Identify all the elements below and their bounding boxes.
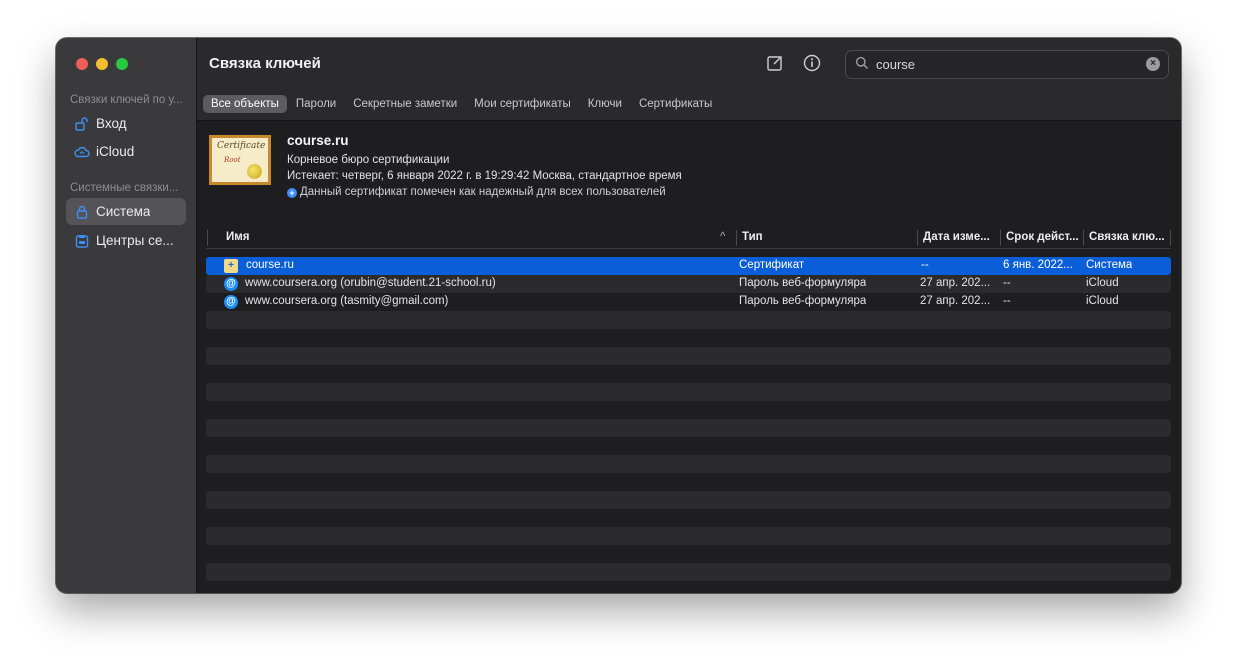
cell-type: Пароль веб-формуляра [739,295,867,307]
lock-open-icon [74,116,90,132]
tab-keys[interactable]: Ключи [580,95,630,113]
window-title: Связка ключей [209,55,321,72]
items-table: Имя ^ Тип Дата изме... Срок дейст... Свя… [206,228,1171,581]
table-row[interactable]: + course.ru Сертификат -- 6 янв. 2022...… [206,257,1171,275]
sidebar-item-label: Система [96,204,151,219]
archive-icon [74,233,90,249]
compose-icon [766,54,784,77]
column-header-expires[interactable]: Срок дейст... [1006,231,1082,243]
close-window-button[interactable] [76,58,88,70]
tab-all-items[interactable]: Все объекты [203,95,287,113]
tab-my-certificates[interactable]: Мои сертификаты [466,95,579,113]
plus-badge-icon: + [287,188,297,198]
column-header-modified[interactable]: Дата изме... [923,231,995,243]
cell-keychain: Система [1086,259,1133,271]
cell-name: www.coursera.org (tasmity@gmail.com) [245,295,449,307]
detail-trust-status: + Данный сертификат помечен как надежный … [287,186,666,198]
sidebar-item-label: iCloud [96,144,135,159]
certificate-image-icon: Certificate Root [209,135,271,185]
table-row[interactable]: @ www.coursera.org (orubin@student.21-sc… [206,275,1171,293]
cell-type: Сертификат [739,259,805,271]
tab-secure-notes[interactable]: Секретные заметки [345,95,465,113]
sidebar: Связки ключей по у... Вход iCloud Систем… [56,38,197,593]
empty-row [206,473,1171,491]
empty-row [206,365,1171,383]
sort-ascending-icon: ^ [720,231,726,243]
tab-passwords[interactable]: Пароли [288,95,344,113]
cell-expires: 6 янв. 2022... [1003,259,1073,271]
empty-row [206,455,1171,473]
cell-expires: -- [1003,295,1011,307]
empty-row [206,383,1171,401]
empty-row [206,419,1171,437]
info-icon [803,54,821,77]
detail-item-name: course.ru [287,133,349,148]
sidebar-section-system-keychains: Системные связки... [70,182,179,194]
column-header-keychain[interactable]: Связка клю... [1089,231,1165,243]
lock-icon [74,204,90,220]
table-rows: + course.ru Сертификат -- 6 янв. 2022...… [206,257,1171,593]
sidebar-item-system-roots[interactable]: Центры се... [66,227,186,254]
certificate-image-subtext: Root [224,156,241,164]
minimize-window-button[interactable] [96,58,108,70]
category-tabs: Все объекты Пароли Секретные заметки Мои… [203,95,721,113]
cell-keychain: iCloud [1086,295,1119,307]
empty-row [206,527,1171,545]
certificate-image-text: Certificate [217,141,266,151]
empty-row [206,563,1171,581]
search-input[interactable] [876,55,1136,73]
tab-certificates[interactable]: Сертификаты [631,95,720,113]
sidebar-item-login[interactable]: Вход [66,110,186,137]
new-item-button[interactable] [764,54,786,76]
cloud-icon [74,144,90,160]
sidebar-item-system[interactable]: Система [66,198,186,225]
window-controls [76,58,128,70]
empty-row [206,437,1171,455]
table-row[interactable]: @ www.coursera.org (tasmity@gmail.com) П… [206,293,1171,311]
sidebar-item-label: Центры се... [96,233,174,248]
sidebar-section-default-keychains: Связки ключей по у... [70,94,183,106]
empty-row [206,329,1171,347]
empty-row [206,401,1171,419]
detail-item-kind: Корневое бюро сертификации [287,154,450,166]
search-field[interactable]: × [845,50,1169,79]
sidebar-item-icloud[interactable]: iCloud [66,138,186,165]
detail-expiration: Истекает: четверг, 6 января 2022 г. в 19… [287,170,682,182]
sidebar-item-label: Вход [96,116,127,131]
detail-trust-text: Данный сертификат помечен как надежный д… [300,186,666,198]
empty-row [206,311,1171,329]
clear-search-icon[interactable]: × [1146,57,1160,71]
zoom-window-button[interactable] [116,58,128,70]
empty-row [206,581,1171,593]
certificate-icon: + [224,259,238,273]
seal-icon [247,164,262,179]
cell-modified: -- [921,259,929,271]
column-header-name[interactable]: Имя [226,231,249,243]
cell-modified: 27 апр. 202... [920,277,991,289]
cell-keychain: iCloud [1086,277,1119,289]
table-header: Имя ^ Тип Дата изме... Срок дейст... Свя… [206,228,1171,249]
empty-row [206,491,1171,509]
cell-name: course.ru [246,259,294,271]
at-sign-icon: @ [224,295,238,309]
column-header-type[interactable]: Тип [742,231,763,243]
empty-row [206,509,1171,527]
cell-name: www.coursera.org (orubin@student.21-scho… [245,277,496,289]
empty-row [206,545,1171,563]
cell-type: Пароль веб-формуляра [739,277,867,289]
cell-modified: 27 апр. 202... [920,295,991,307]
item-detail-panel: Certificate Root course.ru Корневое бюро… [197,121,1181,221]
empty-row [206,347,1171,365]
info-button[interactable] [801,54,823,76]
cell-expires: -- [1003,277,1011,289]
search-icon [855,56,869,75]
keychain-window: Связки ключей по у... Вход iCloud Систем… [56,38,1181,593]
toolbar: Связка ключей × Все объекты Пароли Секре… [197,38,1181,121]
at-sign-icon: @ [224,277,238,291]
